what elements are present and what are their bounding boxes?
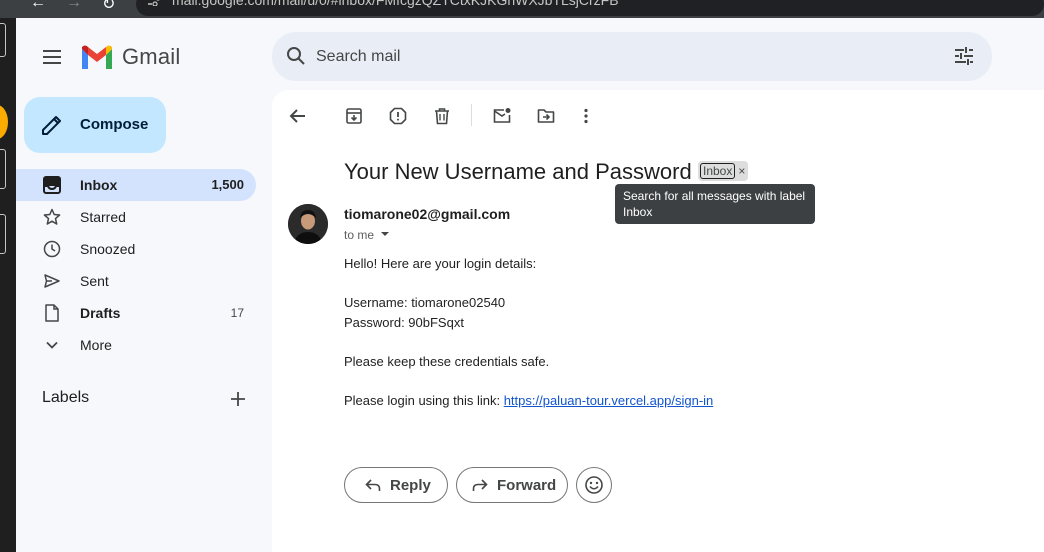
show-details-icon[interactable] — [380, 231, 390, 237]
sidebar-item-starred[interactable]: Starred — [16, 201, 256, 233]
search-input[interactable] — [316, 44, 916, 70]
taskbar-item[interactable] — [0, 23, 6, 57]
archive-button[interactable] — [340, 102, 368, 130]
add-label-icon[interactable] — [228, 389, 248, 409]
sidebar-item-label: Inbox — [80, 177, 118, 193]
body-password: Password: 90bFSqxt — [344, 315, 464, 330]
mark-unread-icon — [493, 108, 511, 123]
sidebar-item-label: Drafts — [80, 305, 121, 321]
reply-button[interactable]: Reply — [344, 467, 448, 503]
label-tooltip: Search for all messages with label Inbox — [615, 184, 815, 224]
delete-icon — [435, 108, 449, 125]
draft-icon — [45, 304, 59, 322]
message-view: Your New Username and Password Inbox × S… — [272, 90, 1044, 552]
body-greeting: Hello! Here are your login details: — [344, 256, 537, 271]
sidebar-item-more[interactable]: More — [16, 329, 256, 361]
forward-button[interactable]: Forward — [456, 467, 568, 503]
address-bar[interactable]: mail.google.com/mail/u/0/#inbox/FMfcgzQZ… — [136, 0, 1044, 16]
hamburger-menu-icon — [43, 50, 61, 64]
star-icon — [43, 208, 61, 225]
sidebar-item-drafts[interactable]: Drafts 17 — [16, 297, 256, 329]
more-options-button[interactable] — [572, 102, 600, 130]
sign-in-link[interactable]: https://paluan-tour.vercel.app/sign-in — [504, 393, 714, 408]
toolbar-divider — [471, 104, 472, 126]
gmail-logo-icon[interactable] — [80, 43, 114, 71]
app-name[interactable]: Gmail — [122, 44, 180, 70]
inbox-icon — [43, 176, 61, 194]
taskbar-item[interactable] — [0, 149, 6, 189]
sidebar-item-sent[interactable]: Sent — [16, 265, 256, 297]
sidebar-item-label: Sent — [80, 273, 109, 289]
move-to-button[interactable] — [532, 102, 560, 130]
browser-back-icon[interactable]: ← — [30, 0, 46, 12]
sidebar-item-inbox[interactable]: Inbox 1,500 — [16, 169, 256, 201]
body-username: Username: tiomarone02540 — [344, 295, 506, 310]
body-link-prefix: Please login using this link: — [344, 393, 504, 408]
clock-icon — [43, 240, 61, 258]
sidebar-item-label: Starred — [80, 209, 126, 225]
recipient-text: to me — [344, 228, 375, 242]
send-icon — [44, 274, 60, 288]
emoji-icon — [585, 476, 603, 494]
search-options-icon[interactable] — [954, 46, 974, 66]
message-subject: Your New Username and Password — [344, 159, 692, 184]
reply-label: Reply — [390, 477, 431, 494]
browser-reload-icon[interactable]: ↻ — [102, 0, 115, 14]
forward-icon — [472, 479, 488, 491]
delete-button[interactable] — [428, 102, 456, 130]
mark-unread-button[interactable] — [488, 102, 516, 130]
sidebar-item-snoozed[interactable]: Snoozed — [16, 233, 256, 265]
reply-icon — [365, 479, 381, 491]
browser-forward-icon[interactable]: → — [66, 0, 82, 12]
sidebar-item-label: More — [80, 337, 112, 353]
compose-button[interactable]: Compose — [24, 97, 166, 153]
taskbar-item[interactable] — [0, 214, 6, 254]
browser-toolbar: ← → ↻ mail.google.com/mail/u/0/#inbox/FM… — [0, 0, 1044, 18]
search-bar[interactable] — [272, 32, 992, 81]
archive-icon — [346, 108, 362, 124]
unread-count: 1,500 — [211, 177, 244, 192]
compose-label: Compose — [80, 116, 149, 133]
report-spam-icon — [389, 107, 407, 125]
forward-label: Forward — [497, 477, 557, 494]
move-to-icon — [537, 109, 555, 123]
sidebar-item-label: Snoozed — [80, 241, 136, 257]
labels-heading: Labels — [42, 389, 90, 406]
remove-label-icon[interactable]: × — [738, 164, 745, 178]
pencil-icon — [42, 116, 61, 135]
body-note: Please keep these credentials safe. — [344, 354, 550, 369]
draft-count: 17 — [230, 306, 244, 320]
url-text[interactable]: mail.google.com/mail/u/0/#inbox/FMfcgzQZ… — [172, 0, 619, 8]
report-spam-button[interactable] — [384, 102, 412, 130]
label-chip-inbox[interactable]: Inbox × — [698, 161, 749, 181]
taskbar-strip — [0, 18, 16, 552]
main-menu-button[interactable] — [36, 41, 68, 73]
taskbar-app-icon[interactable] — [0, 105, 8, 139]
sender-avatar[interactable] — [288, 204, 328, 244]
back-button[interactable] — [284, 102, 312, 130]
chevron-down-icon — [46, 341, 58, 349]
site-settings-icon[interactable] — [148, 0, 162, 6]
body-link-line: Please login using this link: https://pa… — [344, 393, 713, 408]
sender-email[interactable]: tiomarone02@gmail.com — [344, 206, 510, 222]
label-chip-text[interactable]: Inbox — [700, 163, 736, 179]
search-icon[interactable] — [286, 46, 306, 66]
react-emoji-button[interactable] — [576, 467, 612, 503]
more-vert-icon — [584, 108, 588, 124]
back-icon — [289, 109, 305, 123]
avatar-photo — [288, 204, 328, 244]
